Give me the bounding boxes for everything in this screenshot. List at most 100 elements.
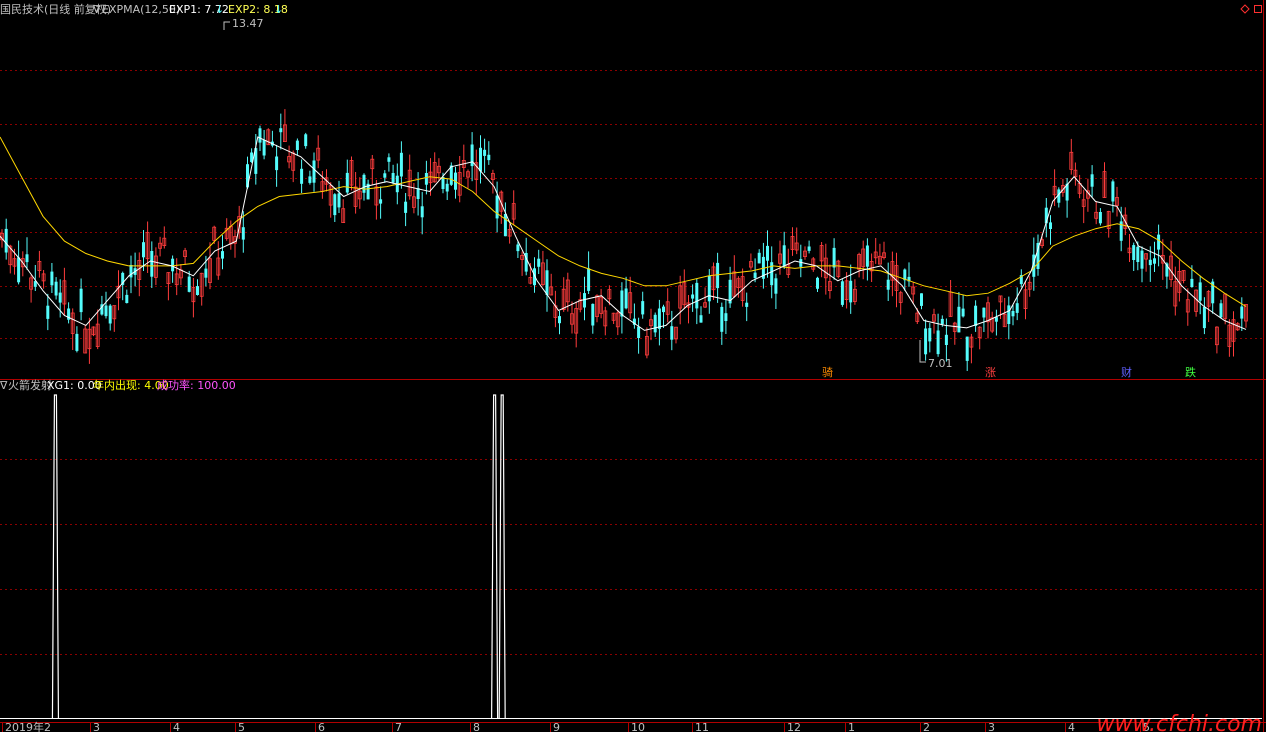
candle-body bbox=[691, 294, 695, 299]
event-marker-fall: 跌 bbox=[1185, 365, 1196, 379]
candle-body bbox=[516, 244, 520, 252]
x-tick-label: 12 bbox=[787, 721, 801, 732]
candle-body bbox=[46, 305, 50, 319]
candle-body bbox=[994, 317, 998, 322]
candle-body bbox=[707, 275, 711, 302]
candle-body bbox=[865, 245, 869, 267]
candle-body bbox=[1136, 246, 1140, 262]
candle-body bbox=[982, 307, 986, 318]
candle-body bbox=[171, 258, 175, 272]
x-tick-label: 2019年2 bbox=[5, 720, 51, 732]
candle-body bbox=[241, 227, 245, 240]
candle-body bbox=[745, 302, 749, 307]
candle-body bbox=[832, 247, 836, 268]
candle-body bbox=[17, 257, 21, 283]
candle-body bbox=[1148, 259, 1152, 266]
watermark: www.cfchi.com bbox=[1096, 712, 1262, 732]
candle-body bbox=[424, 173, 428, 185]
candle-body bbox=[479, 147, 482, 172]
candle-body bbox=[641, 301, 645, 315]
candle-body bbox=[75, 333, 79, 351]
candle-body bbox=[362, 174, 366, 193]
candle-body bbox=[104, 305, 108, 317]
candle-body bbox=[1198, 282, 1202, 301]
candle-body bbox=[944, 334, 948, 345]
candle-body bbox=[558, 316, 561, 324]
candle-body bbox=[720, 306, 724, 332]
candle-body bbox=[657, 308, 661, 329]
candle-body bbox=[849, 280, 853, 303]
candle-body bbox=[333, 194, 337, 216]
x-tick-label: 1 bbox=[848, 721, 855, 732]
x-tick-label: 4 bbox=[173, 721, 180, 732]
candle-body bbox=[662, 306, 665, 313]
x-tick-label: 9 bbox=[553, 721, 560, 732]
candle-body bbox=[965, 336, 969, 361]
x-tick-label: 11 bbox=[695, 721, 709, 732]
candle-body bbox=[221, 251, 224, 259]
candle-body bbox=[54, 281, 58, 296]
candle-body bbox=[545, 270, 549, 295]
candle-body bbox=[974, 305, 978, 326]
candle-body bbox=[304, 134, 308, 147]
exp2-arrow-icon: ↓ bbox=[274, 3, 283, 16]
candle-body bbox=[300, 168, 304, 184]
candle-body bbox=[420, 206, 424, 218]
candle-body bbox=[108, 305, 112, 324]
candle-body bbox=[591, 303, 595, 326]
candle-body bbox=[487, 154, 491, 161]
candle-body bbox=[50, 271, 54, 286]
x-tick-label: 10 bbox=[631, 721, 645, 732]
candle-body bbox=[670, 326, 674, 340]
candle-body bbox=[295, 140, 299, 150]
candle-body bbox=[279, 128, 283, 133]
candle-body bbox=[1240, 306, 1244, 319]
candle-body bbox=[379, 199, 383, 204]
candle-body bbox=[699, 315, 703, 323]
exp1-arrow-icon: ↓ bbox=[215, 3, 224, 16]
candle-body bbox=[716, 262, 720, 289]
stock-chart: 13.47 7.01 国民技术(日线 前复权) ∇ EXPMA(12,50) E… bbox=[0, 0, 1266, 732]
candle-body bbox=[495, 195, 499, 219]
candle-body bbox=[961, 308, 965, 317]
sub-marker[interactable]: ∇ bbox=[0, 379, 8, 392]
candle-body bbox=[483, 149, 487, 156]
candle-body bbox=[1157, 234, 1161, 250]
event-marker-rise: 涨 bbox=[985, 366, 996, 379]
candle-body bbox=[1111, 181, 1115, 202]
candle-body bbox=[782, 245, 786, 267]
candle-body bbox=[840, 281, 844, 305]
candle-body bbox=[79, 288, 83, 313]
event-marker-ride: 骑 bbox=[822, 366, 833, 379]
candle-body bbox=[537, 258, 541, 267]
candle-body bbox=[25, 254, 29, 263]
candle-body bbox=[774, 278, 778, 294]
candle-body bbox=[1190, 278, 1194, 287]
x-tick-label: 3 bbox=[93, 721, 100, 732]
x-tick-label: 7 bbox=[395, 721, 402, 732]
chart-background bbox=[0, 0, 1266, 732]
candle-body bbox=[308, 176, 312, 183]
candle-body bbox=[416, 188, 420, 199]
sub-title: 火箭发射 bbox=[8, 378, 52, 392]
candle-body bbox=[258, 128, 262, 143]
candle-body bbox=[1015, 303, 1019, 313]
x-tick-label: 4 bbox=[1068, 721, 1075, 732]
event-marker-wealth: 财 bbox=[1121, 365, 1132, 379]
indicator-marker[interactable]: ∇ bbox=[92, 3, 101, 16]
candle-body bbox=[724, 313, 728, 321]
candle-body bbox=[337, 193, 341, 208]
high-label: 13.47 bbox=[232, 17, 264, 30]
candle-body bbox=[957, 306, 961, 333]
candle-body bbox=[940, 318, 944, 325]
candle-body bbox=[262, 139, 266, 156]
candle-body bbox=[399, 152, 403, 177]
candle-body bbox=[1007, 305, 1011, 324]
candle-body bbox=[345, 172, 349, 193]
candle-body bbox=[1011, 311, 1015, 317]
candle-body bbox=[695, 282, 699, 309]
candle-body bbox=[766, 245, 769, 261]
success-rate-label: 成功率: 100.00 bbox=[157, 378, 236, 392]
candle-body bbox=[920, 293, 923, 306]
candle-body bbox=[1132, 245, 1136, 260]
